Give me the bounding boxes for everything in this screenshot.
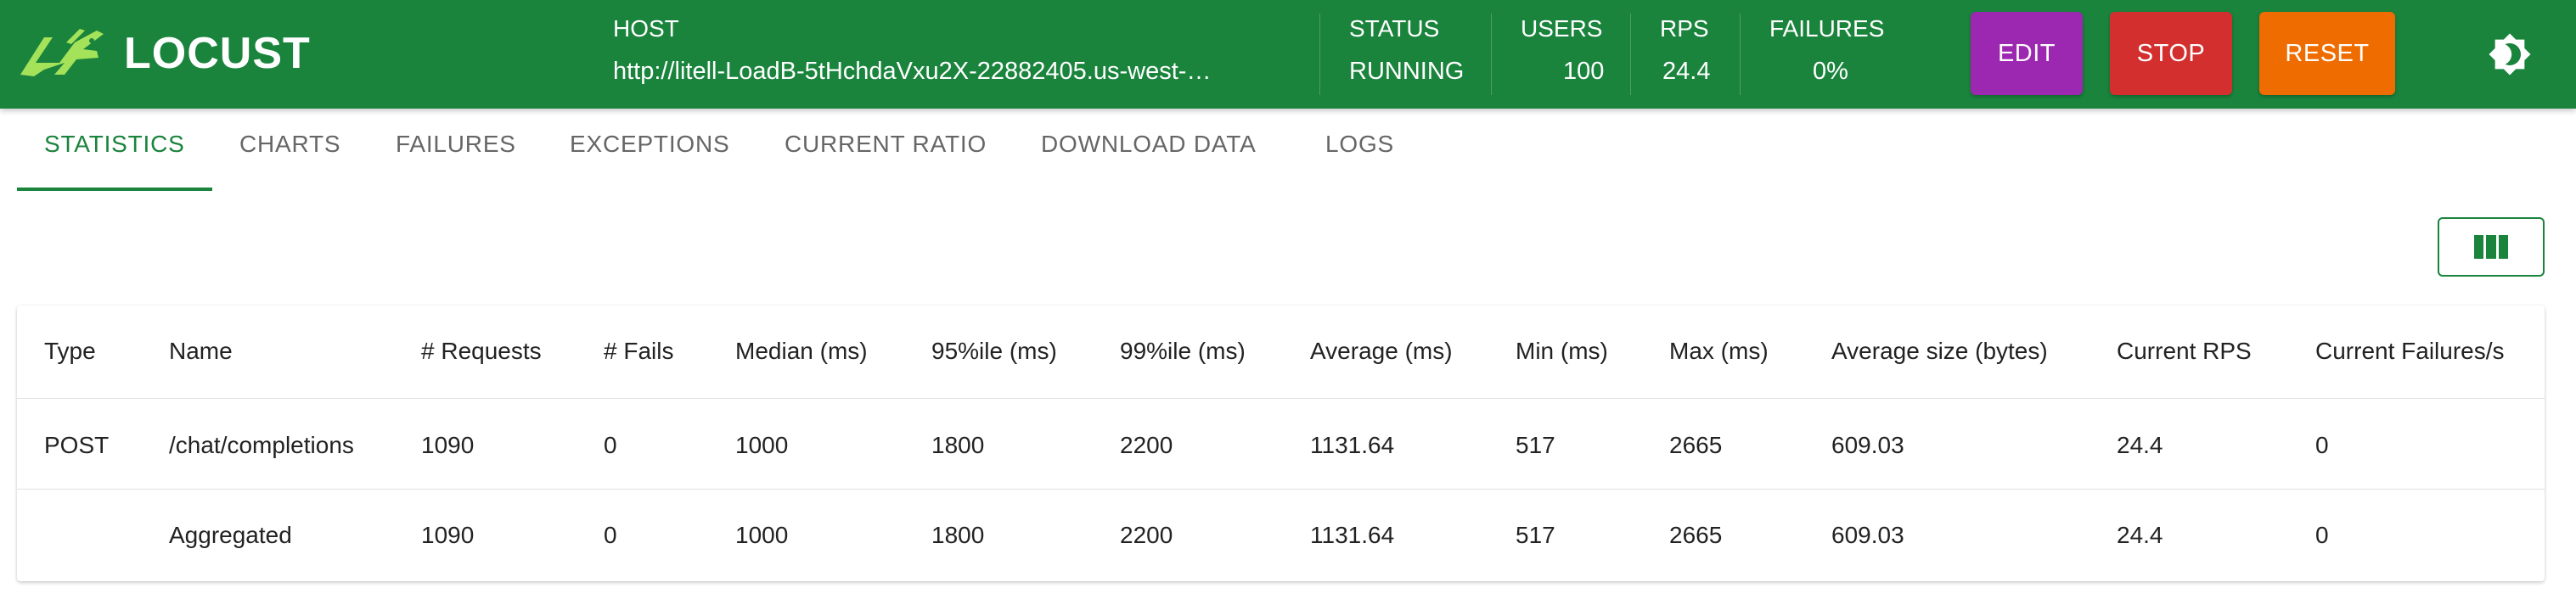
edit-button[interactable]: EDIT: [1971, 12, 2083, 95]
cell-name: Aggregated: [169, 522, 292, 548]
column-header-fails[interactable]: # Fails: [604, 338, 673, 365]
active-tab-indicator: [17, 188, 212, 191]
cell-99ile: 2200: [1120, 522, 1173, 548]
stop-button[interactable]: STOP: [2110, 12, 2232, 95]
column-header-99ile[interactable]: 99%ile (ms): [1120, 338, 1246, 365]
tab-failures[interactable]: FAILURES: [396, 131, 516, 158]
locust-logo[interactable]: LOCUST: [15, 25, 311, 81]
cell-current-failures: 0: [2315, 522, 2329, 548]
top-app-bar: LOCUST HOST http://litell-LoadB-5tHchdaV…: [0, 0, 2576, 109]
rps-value: 24.4: [1662, 58, 1711, 85]
divider: [1319, 14, 1320, 95]
table-header-row: Type Name # Requests # Fails Median (ms)…: [17, 305, 2545, 399]
tab-charts[interactable]: CHARTS: [239, 131, 340, 158]
column-header-current-failures[interactable]: Current Failures/s: [2315, 338, 2505, 365]
host-section: HOST http://litell-LoadB-5tHchdaVxu2X-22…: [613, 0, 1309, 109]
cell-fails: 0: [604, 522, 617, 548]
host-value: http://litell-LoadB-5tHchdaVxu2X-2288240…: [613, 58, 1212, 85]
table-row-aggregated: Aggregated 1090 0 1000 1800 2200 1131.64…: [17, 490, 2545, 581]
table-row: POST /chat/completions 1090 0 1000 1800 …: [17, 399, 2545, 490]
column-header-name[interactable]: Name: [169, 338, 233, 365]
view-column-icon: [2474, 235, 2508, 259]
column-selector-button[interactable]: [2438, 217, 2545, 277]
cell-current-rps: 24.4: [2117, 432, 2163, 458]
tab-bar: STATISTICS CHARTS FAILURES EXCEPTIONS CU…: [0, 109, 2576, 191]
cell-95ile: 1800: [931, 432, 985, 458]
column-header-median[interactable]: Median (ms): [735, 338, 868, 365]
brand-name: LOCUST: [124, 29, 311, 78]
column-header-min[interactable]: Min (ms): [1516, 338, 1608, 365]
cell-name: /chat/completions: [169, 432, 354, 458]
cell-min: 517: [1516, 522, 1555, 548]
rps-label: RPS: [1660, 15, 1709, 42]
cell-max: 2665: [1669, 432, 1723, 458]
cell-fails: 0: [604, 432, 617, 458]
cell-average: 1131.64: [1310, 432, 1395, 458]
status-value: RUNNING: [1349, 58, 1465, 85]
divider: [1630, 14, 1631, 95]
tab-current-ratio[interactable]: CURRENT RATIO: [785, 131, 987, 158]
locust-icon: [20, 29, 104, 76]
cell-min: 517: [1516, 432, 1555, 458]
cell-max: 2665: [1669, 522, 1723, 548]
users-label: USERS: [1521, 15, 1603, 42]
column-header-average-size[interactable]: Average size (bytes): [1831, 338, 2048, 365]
statistics-table: Type Name # Requests # Fails Median (ms)…: [17, 305, 2545, 581]
column-header-current-rps[interactable]: Current RPS: [2117, 338, 2252, 365]
status-label: STATUS: [1349, 15, 1440, 42]
failures-value: 0%: [1813, 58, 1848, 85]
cell-average-size: 609.03: [1831, 432, 1904, 458]
column-header-95ile[interactable]: 95%ile (ms): [931, 338, 1057, 365]
cell-median: 1000: [735, 432, 789, 458]
reset-button[interactable]: RESET: [2259, 12, 2395, 95]
tab-statistics[interactable]: STATISTICS: [44, 131, 185, 158]
brightness-icon[interactable]: [2488, 32, 2532, 76]
cell-type: POST: [44, 432, 110, 458]
cell-average-size: 609.03: [1831, 522, 1904, 548]
cell-requests: 1090: [421, 432, 475, 458]
cell-current-failures: 0: [2315, 432, 2329, 458]
host-label: HOST: [613, 15, 679, 42]
cell-current-rps: 24.4: [2117, 522, 2163, 548]
cell-average: 1131.64: [1310, 522, 1395, 548]
failures-label: FAILURES: [1769, 15, 1885, 42]
cell-median: 1000: [735, 522, 789, 548]
tab-exceptions[interactable]: EXCEPTIONS: [570, 131, 729, 158]
cell-requests: 1090: [421, 522, 475, 548]
divider: [1740, 14, 1741, 95]
cell-99ile: 2200: [1120, 432, 1173, 458]
cell-95ile: 1800: [931, 522, 985, 548]
column-header-type[interactable]: Type: [44, 338, 96, 365]
divider: [1491, 14, 1492, 95]
column-header-average[interactable]: Average (ms): [1310, 338, 1453, 365]
tab-logs[interactable]: LOGS: [1325, 131, 1394, 158]
column-header-requests[interactable]: # Requests: [421, 338, 542, 365]
tab-download-data[interactable]: DOWNLOAD DATA: [1041, 131, 1257, 158]
column-header-max[interactable]: Max (ms): [1669, 338, 1769, 365]
users-value: 100: [1563, 58, 1605, 85]
